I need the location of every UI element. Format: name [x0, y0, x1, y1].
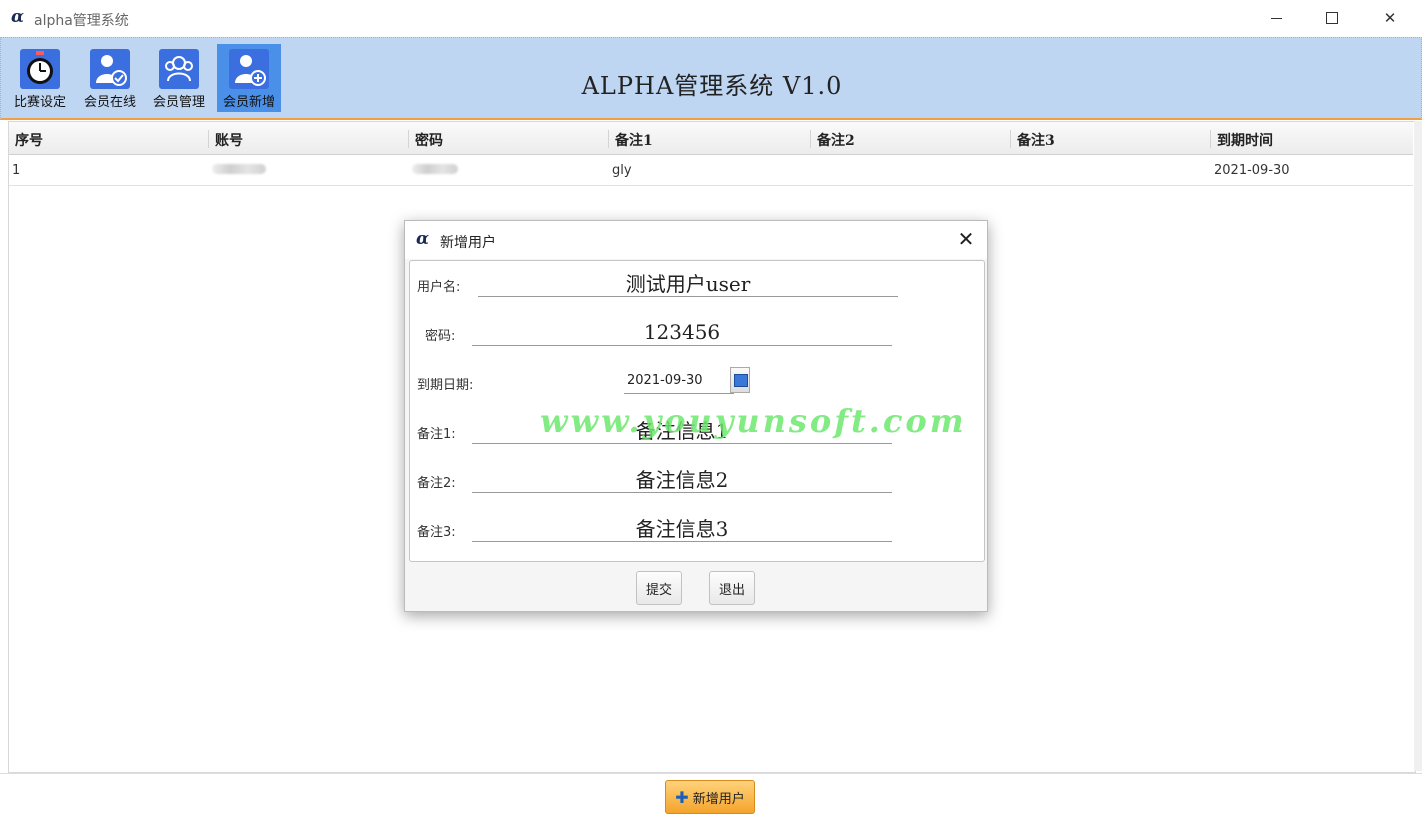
- watermark-text: www.youyunsoft.com: [540, 402, 967, 440]
- exit-button[interactable]: 退出: [709, 571, 755, 605]
- expiry-label: 到期日期:: [417, 378, 474, 393]
- minimize-button[interactable]: [1253, 0, 1299, 36]
- remark2-field[interactable]: [472, 465, 892, 493]
- submit-button[interactable]: 提交: [636, 571, 682, 605]
- table-row[interactable]: 1 gly 2021-09-30: [9, 155, 1413, 186]
- maximize-icon: [1326, 12, 1338, 24]
- add-user-label: 新增用户: [692, 791, 745, 807]
- column-header-remark1[interactable]: 备注1: [608, 130, 653, 149]
- password-field[interactable]: [472, 318, 892, 346]
- main-toolbar: 比赛设定 会员在线 会员管理 会员新增 ALPHA管理系统 V1.0: [0, 37, 1422, 120]
- app-heading: ALPHA管理系统 V1.0: [581, 72, 843, 100]
- password-label: 密码:: [425, 329, 456, 344]
- close-icon: ✕: [957, 227, 975, 251]
- cell-expiry: 2021-09-30: [1214, 163, 1290, 178]
- window-title-bar: α alpha管理系统 ✕: [0, 0, 1425, 37]
- add-user-button[interactable]: ✚ 新增用户: [665, 780, 755, 814]
- minimize-icon: [1270, 17, 1282, 19]
- expiry-date-field[interactable]: [624, 368, 734, 394]
- remark3-label: 备注3:: [417, 525, 456, 540]
- column-header-index[interactable]: 序号: [9, 130, 43, 149]
- dialog-close-button[interactable]: ✕: [953, 225, 979, 253]
- remark1-label: 备注1:: [417, 427, 456, 442]
- app-logo-icon: α: [11, 7, 25, 27]
- right-scroll-track[interactable]: [1414, 121, 1422, 771]
- dialog-title-bar: α 新增用户 ✕: [405, 221, 987, 259]
- close-icon: ✕: [1383, 9, 1397, 27]
- column-header-remark3[interactable]: 备注3: [1010, 130, 1055, 149]
- cell-remark1: gly: [612, 163, 632, 178]
- cell-account-blurred: [209, 163, 266, 178]
- remark3-field[interactable]: [472, 514, 892, 542]
- table-header: 序号 账号 密码 备注1 备注2 备注3 到期时间: [9, 122, 1413, 155]
- app-logo-icon: α: [416, 229, 430, 249]
- plus-icon: ✚: [675, 787, 689, 807]
- column-header-remark2[interactable]: 备注2: [810, 130, 855, 149]
- window-title: alpha管理系统: [34, 13, 129, 29]
- calendar-icon: [734, 374, 748, 387]
- dialog-title: 新增用户: [440, 235, 496, 251]
- cell-index: 1: [12, 163, 21, 178]
- column-header-expiry[interactable]: 到期时间: [1210, 130, 1273, 149]
- column-header-password[interactable]: 密码: [408, 130, 443, 149]
- column-header-account[interactable]: 账号: [208, 130, 243, 149]
- user-form: 用户名: 密码: 到期日期: 备注1: 备注2: 备注3: www.youyun…: [409, 260, 985, 562]
- add-user-dialog: α 新增用户 ✕ 用户名: 密码: 到期日期: 备注1: 备注2: 备注3: w…: [404, 220, 988, 612]
- remark2-label: 备注2:: [417, 476, 456, 491]
- cell-password-blurred: [409, 163, 458, 178]
- close-window-button[interactable]: ✕: [1367, 0, 1413, 36]
- username-field[interactable]: [478, 269, 898, 297]
- maximize-button[interactable]: [1309, 0, 1355, 36]
- username-label: 用户名:: [417, 280, 461, 295]
- calendar-button[interactable]: [730, 367, 750, 393]
